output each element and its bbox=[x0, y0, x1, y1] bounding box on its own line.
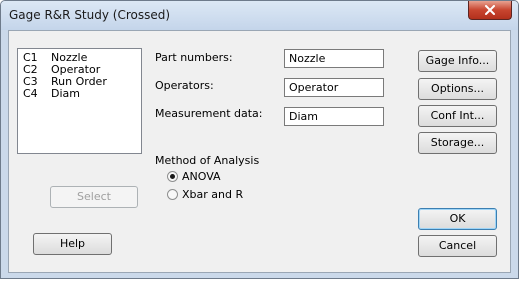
ok-button[interactable]: OK bbox=[418, 208, 497, 230]
select-button[interactable]: Select bbox=[50, 186, 138, 208]
operators-field[interactable]: Operator bbox=[284, 78, 384, 97]
method-of-analysis-label: Method of Analysis bbox=[155, 154, 260, 167]
part-numbers-label: Part numbers: bbox=[155, 51, 233, 64]
measurement-data-label: Measurement data: bbox=[155, 107, 263, 120]
column-id: C4 bbox=[23, 87, 38, 100]
measurement-data-field[interactable]: Diam bbox=[284, 107, 384, 126]
anova-radio[interactable] bbox=[167, 171, 178, 182]
dialog-body: C1 Nozzle C2 Operator C3 Run Order C4 Diam P… bbox=[8, 30, 511, 273]
column-listbox[interactable]: C1 Nozzle C2 Operator C3 Run Order C4 Diam bbox=[17, 48, 142, 154]
storage-button[interactable]: Storage... bbox=[418, 132, 497, 154]
conf-int-button[interactable]: Conf Int... bbox=[418, 105, 497, 127]
anova-label: ANOVA bbox=[182, 170, 221, 183]
options-button[interactable]: Options... bbox=[418, 78, 497, 100]
xbar-r-label: Xbar and R bbox=[182, 188, 244, 201]
gage-rr-dialog: Gage R&R Study (Crossed) C1 Nozzle C2 Oper… bbox=[0, 0, 519, 279]
window-title: Gage R&R Study (Crossed) bbox=[9, 8, 171, 22]
close-button[interactable] bbox=[468, 1, 512, 20]
column-name: Diam bbox=[51, 87, 80, 100]
xbar-r-radio[interactable] bbox=[167, 189, 178, 200]
operators-label: Operators: bbox=[155, 79, 214, 92]
cancel-button[interactable]: Cancel bbox=[418, 235, 497, 257]
help-button[interactable]: Help bbox=[33, 233, 112, 255]
close-icon bbox=[485, 5, 495, 15]
column-list-item[interactable]: C4 Diam bbox=[23, 88, 80, 100]
gage-info-button[interactable]: Gage Info... bbox=[418, 50, 497, 72]
title-bar[interactable]: Gage R&R Study (Crossed) bbox=[1, 1, 518, 30]
part-numbers-field[interactable]: Nozzle bbox=[284, 49, 384, 68]
